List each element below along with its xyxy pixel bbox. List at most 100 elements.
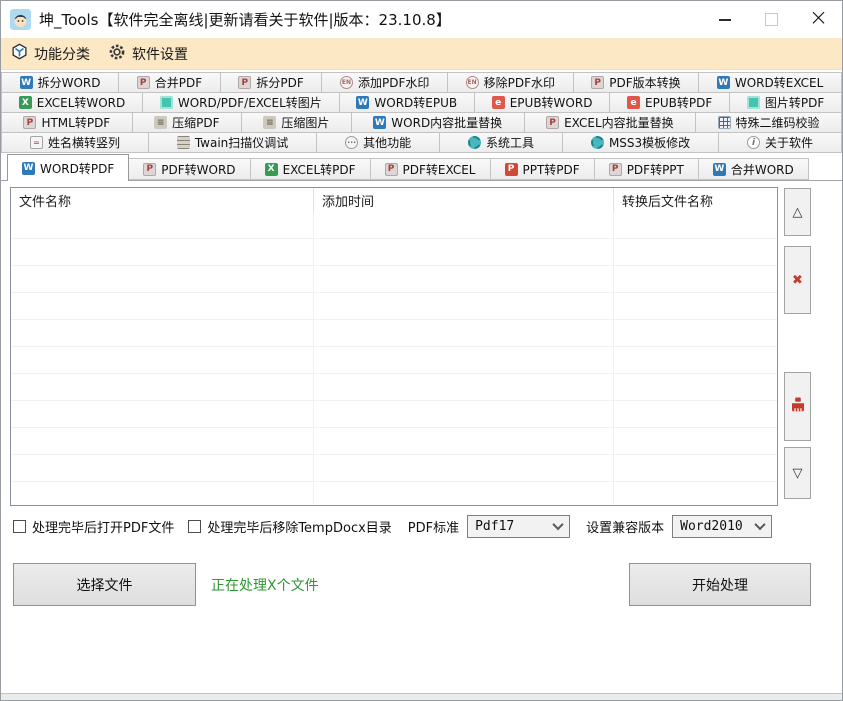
tab[interactable]: EPUB转PDF	[609, 92, 730, 113]
tab[interactable]: 系统工具	[439, 132, 563, 153]
tab[interactable]: 合并WORD	[698, 158, 809, 180]
tab[interactable]: 关于软件	[718, 132, 842, 153]
select-files-button[interactable]: 选择文件	[13, 563, 196, 606]
dots-icon	[345, 136, 358, 149]
table-cell	[614, 266, 777, 292]
tab[interactable]: PDF转PPT	[594, 158, 699, 180]
open-pdf-checkbox[interactable]	[13, 520, 26, 533]
tab[interactable]: EXCEL转PDF	[250, 158, 371, 180]
function-category-button[interactable]: 功能分类	[11, 43, 90, 64]
table-cell	[614, 401, 777, 427]
pdf-icon	[238, 76, 251, 89]
table-row[interactable]	[11, 455, 777, 482]
tab[interactable]: PPT转PDF	[490, 158, 595, 180]
qr-icon	[718, 116, 731, 129]
tab[interactable]: EXCEL转WORD	[1, 92, 143, 113]
window-controls: ×	[701, 1, 842, 38]
tab[interactable]: WORD转EXCEL	[698, 72, 842, 93]
excel-icon	[19, 96, 32, 109]
app-icon	[10, 9, 31, 30]
tab[interactable]: WORD内容批量替换	[351, 112, 525, 133]
pdf-icon	[385, 163, 398, 176]
gear-icon	[591, 136, 604, 149]
tab[interactable]: WORD转EPUB	[339, 92, 475, 113]
maximize-button[interactable]	[748, 1, 795, 38]
minimize-button[interactable]	[701, 1, 748, 38]
tab[interactable]: 压缩PDF	[132, 112, 242, 133]
tab[interactable]: 姓名横转竖列	[1, 132, 149, 153]
table-cell	[11, 455, 314, 481]
remove-file-button[interactable]: ✖	[784, 246, 811, 314]
tab-row: 拆分WORD合并PDF 拆分PDF 添加PDF水印移除PDF水印 PDF版本转换 WOR…	[1, 72, 842, 93]
tab[interactable]: PDF转WORD	[128, 158, 250, 180]
tab[interactable]: EXCEL内容批量替换	[524, 112, 696, 133]
stamp-icon	[466, 76, 479, 89]
tab[interactable]: HTML转PDF	[1, 112, 133, 133]
tab-label: 拆分PDF	[256, 74, 303, 91]
tab[interactable]: 拆分WORD	[1, 72, 119, 93]
table-row[interactable]	[11, 293, 777, 320]
tab-label: 合并WORD	[731, 161, 794, 178]
pdf-standard-select[interactable]: Pdf17	[467, 515, 570, 538]
tab[interactable]: Twain扫描仪调试	[148, 132, 317, 153]
toolbar: 功能分类 软件设置	[1, 38, 842, 70]
close-button[interactable]: ×	[795, 1, 842, 38]
table-row[interactable]	[11, 482, 777, 506]
epub-icon	[627, 96, 640, 109]
tab[interactable]: PDF转EXCEL	[370, 158, 491, 180]
tool-label: 功能分类	[34, 44, 90, 64]
table-cell	[314, 482, 614, 506]
tab[interactable]: MSS3模板修改	[562, 132, 719, 153]
tab-label: 姓名横转竖列	[48, 134, 120, 151]
category-hexagon-icon	[11, 43, 28, 64]
table-row[interactable]	[11, 401, 777, 428]
table-cell	[11, 320, 314, 346]
table-row[interactable]	[11, 428, 777, 455]
excel-icon	[265, 163, 278, 176]
tab[interactable]: WORD转PDF	[7, 154, 129, 181]
start-processing-button[interactable]: 开始处理	[629, 563, 811, 606]
tab[interactable]: 移除PDF水印	[447, 72, 574, 93]
table-cell	[614, 239, 777, 265]
table-row[interactable]	[11, 266, 777, 293]
move-up-button[interactable]: △	[784, 188, 811, 236]
options-row: 处理完毕后打开PDF文件 处理完毕后移除TempDocx目录 PDF标准 Pdf…	[13, 513, 772, 539]
info-icon	[747, 136, 760, 149]
table-row[interactable]	[11, 374, 777, 401]
select-files-label: 选择文件	[77, 575, 133, 595]
table-row[interactable]	[11, 239, 777, 266]
tab[interactable]: WORD/PDF/EXCEL转图片	[142, 92, 340, 113]
tab[interactable]: 拆分PDF	[220, 72, 323, 93]
tab-label: WORD转EXCEL	[735, 74, 823, 91]
column-header-output-name[interactable]: 转换后文件名称	[614, 188, 777, 212]
tab[interactable]: EPUB转WORD	[474, 92, 610, 113]
column-header-filename[interactable]: 文件名称	[11, 188, 314, 212]
column-header-addtime[interactable]: 添加时间	[314, 188, 614, 212]
tab[interactable]: 其他功能	[316, 132, 440, 153]
compat-version-value: Word2010	[680, 519, 743, 534]
table-row[interactable]	[11, 320, 777, 347]
pdf-icon	[591, 76, 604, 89]
remove-tempdocx-checkbox[interactable]	[188, 520, 201, 533]
image-icon	[747, 96, 760, 109]
tab-label: PPT转PDF	[523, 161, 580, 178]
tab-label: PDF版本转换	[609, 74, 680, 91]
clear-list-button[interactable]	[784, 372, 811, 441]
table-cell	[11, 239, 314, 265]
tab[interactable]: 图片转PDF	[729, 92, 842, 113]
table-row[interactable]	[11, 212, 777, 239]
table-cell	[11, 212, 314, 238]
tab[interactable]: 合并PDF	[118, 72, 221, 93]
software-settings-button[interactable]: 软件设置	[108, 43, 188, 65]
move-down-button[interactable]: ▽	[784, 447, 811, 499]
tab-label: HTML转PDF	[41, 114, 110, 131]
tab[interactable]: 特殊二维码校验	[695, 112, 842, 133]
table-row[interactable]	[11, 347, 777, 374]
table-cell	[11, 428, 314, 454]
compat-version-select[interactable]: Word2010	[672, 515, 772, 538]
tab[interactable]: 压缩图片	[241, 112, 352, 133]
table-cell	[314, 212, 614, 238]
tab-label: PDF转WORD	[161, 161, 235, 178]
tab[interactable]: PDF版本转换	[573, 72, 700, 93]
tab[interactable]: 添加PDF水印	[321, 72, 448, 93]
